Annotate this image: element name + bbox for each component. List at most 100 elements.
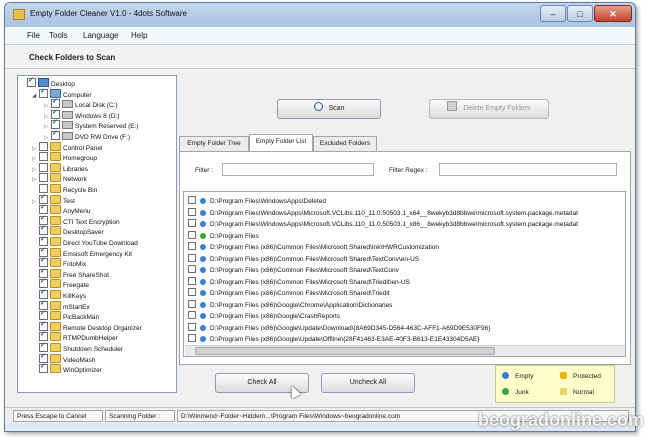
tree-item-checkbox[interactable] [39, 87, 48, 98]
status-scanning-label: Scanning Folder : [105, 410, 175, 422]
list-item-checkbox[interactable] [188, 219, 196, 227]
delete-icon [447, 101, 458, 111]
list-item[interactable]: D:\Program Files (x86)\Google\CrashRepor… [188, 311, 340, 322]
filter-input[interactable] [222, 163, 374, 176]
delete-empty-folders-button[interactable]: Delete Empty Folders [429, 99, 549, 119]
list-item[interactable]: D:\Program Files\WindowsApps\Microsoft.V… [188, 219, 578, 230]
tree-item-label: WinOptimizer [63, 367, 103, 375]
filter-regex-input[interactable] [439, 163, 617, 176]
tree-item-label: Homegroup [63, 155, 97, 163]
list-item-checkbox[interactable] [188, 299, 196, 308]
list-item-path: D:\Program Files (x86)\Google\Update\Dow… [210, 324, 491, 332]
list-item-path: D:\Program Files\WindowsApps\Deleted [210, 198, 326, 205]
tree-item[interactable]: ▷ Homegroup [32, 152, 97, 162]
tree-item-label: DVD RW Drive (F:) [75, 134, 131, 141]
list-item-checkbox[interactable] [188, 288, 196, 296]
list-item-checkbox[interactable] [188, 276, 196, 285]
expand-arrow-icon[interactable]: ◢ [32, 91, 39, 101]
tree-item[interactable]: Remote Desktop Organizer [32, 320, 142, 332]
list-item-checkbox[interactable] [188, 196, 196, 204]
folder-icon [50, 141, 61, 151]
horizontal-scrollbar[interactable] [185, 345, 625, 356]
list-item[interactable]: D:\Program Files (x86)\Common Files\Micr… [188, 276, 410, 288]
tree-item-checkbox[interactable] [27, 76, 36, 87]
lock-icon [560, 372, 567, 379]
title-bar[interactable]: Empty Folder Cleaner V1.0 - 4dots Softwa… [5, 3, 635, 27]
list-item-checkbox[interactable] [188, 207, 196, 216]
folder-icon [50, 152, 61, 162]
empty-status-icon [200, 336, 206, 342]
empty-status-icon [200, 255, 206, 262]
uncheck-all-button[interactable]: Uncheck All [321, 373, 415, 393]
normal-folder-icon [560, 388, 567, 395]
list-item-checkbox[interactable] [188, 230, 196, 239]
list-item[interactable]: D:\Program Files (x86)\Common Files\Micr… [188, 242, 439, 253]
list-item[interactable]: D:\Program Files [188, 230, 259, 242]
tree-item-label: FotoMix [63, 261, 87, 269]
tree-item-checkbox[interactable] [51, 129, 60, 140]
folder-tree[interactable]: Desktop◢Computer▷Local Disk (C:)▷Windows… [17, 75, 177, 393]
list-item-checkbox[interactable] [188, 242, 196, 250]
list-item[interactable]: D:\Program Files (x86)\Common Files\Micr… [188, 253, 419, 265]
list-item-checkbox[interactable] [188, 334, 196, 342]
list-item-path: D:\Program Files (x86)\Google\Chrome\App… [210, 301, 393, 309]
empty-status-icon [200, 221, 206, 227]
empty-folder-list[interactable]: D:\Program Files\WindowsApps\Deleted D:\P… [183, 191, 626, 357]
tree-item[interactable]: ▷ Control Panel [32, 141, 103, 152]
tab-empty-folder-tree[interactable]: Empty Folder Tree [179, 136, 249, 151]
menu-tools[interactable]: Tools [49, 31, 68, 40]
menu-help[interactable]: Help [131, 31, 147, 40]
minimize-button[interactable]: – [540, 5, 566, 22]
list-item-checkbox[interactable] [188, 322, 196, 331]
folder-icon [50, 300, 61, 310]
tree-item[interactable]: ▷System Reserved (E:) [44, 118, 139, 130]
scrollbar-thumb[interactable] [195, 347, 495, 355]
menu-file[interactable]: File [27, 31, 40, 40]
header-title: Check Folders to Scan [29, 53, 116, 62]
drive-icon [62, 110, 73, 119]
list-item-checkbox[interactable] [188, 265, 196, 273]
tree-item-label: KillKeys [63, 293, 87, 300]
scan-button[interactable]: Scan [277, 99, 381, 119]
tree-item-checkbox[interactable] [39, 173, 48, 183]
tree-item-label: Control Panel [63, 144, 103, 152]
tree-item-label: CTI Text Encryption [63, 218, 120, 226]
tree-item[interactable]: ▷Test [32, 193, 75, 205]
folder-icon [50, 194, 61, 204]
tab-excluded-folders[interactable]: Excluded Folders [313, 136, 377, 151]
list-item-path: D:\Program Files [210, 232, 259, 240]
tree-item[interactable]: Emsisoft Emergency Kit [32, 246, 132, 258]
list-item[interactable]: D:\Program Files (x86)\Google\Update\Dow… [188, 322, 491, 334]
empty-status-icon [200, 313, 206, 319]
list-item[interactable]: D:\Program Files\WindowsApps\Microsoft.V… [188, 207, 578, 219]
list-item-checkbox[interactable] [188, 253, 196, 262]
list-item[interactable]: D:\Program Files (x86)\Common Files\Micr… [188, 265, 399, 276]
drive-icon [62, 121, 73, 130]
close-button[interactable]: ✕ [594, 5, 632, 22]
tree-item[interactable]: ◢ Computer [32, 87, 92, 101]
tree-item-checkbox[interactable] [39, 141, 48, 151]
folder-icon [50, 173, 61, 183]
tree-item[interactable]: WinOptimizer [32, 362, 103, 375]
tab-empty-folder-list[interactable]: Empty Folder List [249, 134, 313, 152]
list-item[interactable]: D:\Program Files (x86)\Common Files\Micr… [188, 288, 390, 299]
list-item[interactable]: D:\Program Files\WindowsApps\Deleted [188, 196, 326, 207]
tree-item[interactable]: ▷ Network [32, 173, 87, 183]
maximize-button[interactable]: □ [567, 5, 593, 22]
tree-item[interactable]: ▷DVD RW Drive (F:) [44, 129, 131, 141]
folder-icon [50, 332, 61, 342]
tree-item[interactable]: Desktop [20, 76, 75, 88]
tree-item[interactable]: Direct YouTube Download [32, 235, 138, 247]
tree-item-label: Shutdown Scheduler [63, 346, 123, 353]
tree-item-checkbox[interactable] [39, 362, 48, 374]
tree-item-label: Remote Desktop Organizer [63, 324, 142, 332]
folder-icon [50, 184, 61, 193]
tree-item-checkbox[interactable] [39, 152, 48, 162]
list-item[interactable]: D:\Program Files (x86)\Google\Update\Off… [188, 334, 479, 345]
tree-item-checkbox[interactable] [39, 162, 48, 172]
tree-item[interactable]: ▷ Libraries [32, 162, 88, 173]
menu-language[interactable]: Language [83, 31, 119, 40]
folder-icon [50, 290, 61, 299]
list-item[interactable]: D:\Program Files (x86)\Google\Chrome\App… [188, 299, 393, 311]
list-item-checkbox[interactable] [188, 311, 196, 319]
